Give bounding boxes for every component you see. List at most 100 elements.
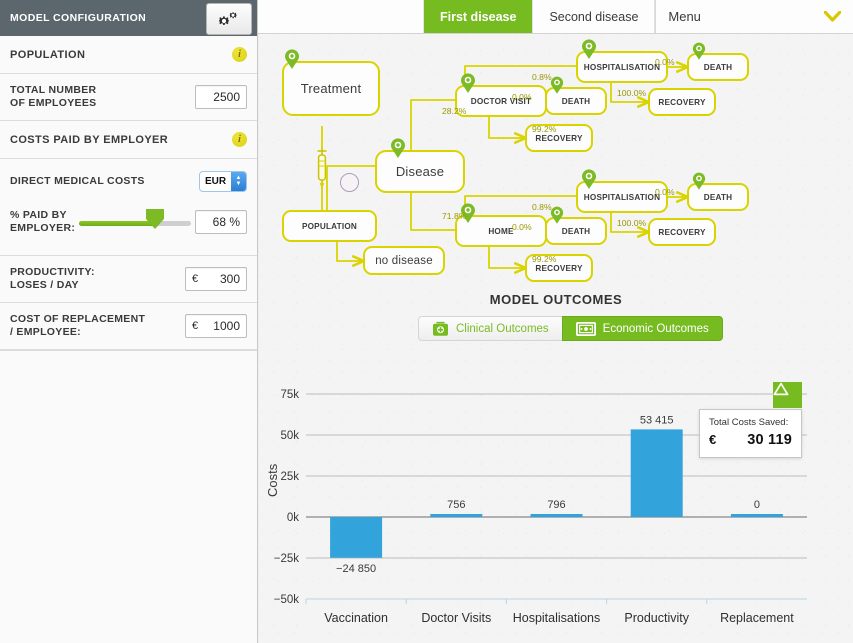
- chart-x-category-label: Productivity: [624, 611, 689, 625]
- field-percent-paid: % PAID BY EMPLOYER: 68 %: [10, 195, 247, 249]
- chart-y-tick-label: −50k: [274, 594, 300, 606]
- field-total-employees: TOTAL NUMBER OF EMPLOYEES 2500: [0, 74, 257, 121]
- percent-paid-slider[interactable]: [79, 209, 192, 232]
- node-population[interactable]: POPULATION: [282, 210, 377, 242]
- node-no-disease[interactable]: no disease: [363, 246, 445, 275]
- field-productivity-loss: PRODUCTIVITY: LOSES / DAY € 300: [0, 256, 257, 303]
- application-window: MODEL CONFIGURATION POPULATION i TOTAL N…: [0, 0, 853, 643]
- chart-x-category-label: Hospitalisations: [513, 611, 601, 625]
- tab-clinical-outcomes[interactable]: Clinical Outcomes: [418, 316, 562, 341]
- replacement-label: COST OF REPLACEMENT / EMPLOYEE:: [10, 313, 145, 339]
- gear-pin-doctor-visit[interactable]: [460, 72, 476, 94]
- replacement-label-line1: COST OF REPLACEMENT: [10, 313, 146, 325]
- edge-label-doctor-death: 0.0%: [512, 92, 532, 102]
- edge-label-home-hosp: 0.8%: [532, 202, 552, 212]
- percent-paid-input[interactable]: 68 %: [195, 210, 247, 234]
- tooltip-currency-symbol: €: [709, 432, 717, 447]
- slider-handle[interactable]: [145, 208, 165, 230]
- total-employees-input[interactable]: 2500: [195, 85, 247, 109]
- medical-bag-icon: [433, 321, 448, 336]
- banknote-icon: [575, 321, 596, 336]
- gear-pin-death-hosp-top[interactable]: [692, 41, 708, 63]
- tab-first-disease[interactable]: First disease: [424, 0, 534, 33]
- chart-y-tick-label: −25k: [274, 553, 300, 565]
- chart-y-tick-label: 0k: [287, 512, 299, 524]
- section-population-header: POPULATION i: [0, 36, 257, 74]
- productivity-label-line1: PRODUCTIVITY:: [10, 266, 95, 278]
- double-gear-icon: [219, 12, 237, 25]
- outcomes-tab-group: Clinical Outcomes Economic Outcomes: [418, 316, 723, 341]
- costs-bar-chart: Costs 75k 50k 25k 0k −25k −50k −24 850 Vaccinati…: [259, 352, 853, 643]
- node-no-disease-label: no disease: [375, 254, 433, 267]
- sidebar-model-configuration: MODEL CONFIGURATION POPULATION i TOTAL N…: [0, 0, 258, 643]
- productivity-input[interactable]: € 300: [185, 267, 247, 291]
- section-direct-medical-costs: DIRECT MEDICAL COSTS EUR ▲ ▼ % PAID BY EM…: [0, 159, 257, 256]
- edge-label-disease-home: 71.8%: [442, 211, 467, 221]
- node-death-doctor-label: DEATH: [561, 96, 591, 106]
- node-recovery-hosp-bottom[interactable]: RECOVERY: [648, 218, 716, 246]
- chart-y-tick-label: 75k: [280, 389, 299, 401]
- replacement-currency-symbol: €: [192, 320, 199, 332]
- edge-label-doctor-recovery: 99.2%: [532, 124, 557, 134]
- node-recovery-hosp-top[interactable]: RECOVERY: [648, 88, 716, 116]
- total-employees-label-line2: OF EMPLOYEES: [10, 97, 97, 109]
- chart-bar-value-label: 796: [547, 499, 565, 511]
- node-recovery-doctor-label: RECOVERY: [535, 133, 583, 143]
- triangle-up-icon: [773, 382, 789, 396]
- menu-dropdown[interactable]: Menu: [655, 0, 853, 33]
- percent-paid-label: % PAID BY EMPLOYER:: [10, 209, 75, 235]
- node-hospitalisation-bottom-label: HOSPITALISATION: [583, 192, 661, 202]
- productivity-label-line2: LOSES / DAY: [10, 279, 79, 291]
- node-treatment-label: Treatment: [300, 81, 362, 96]
- node-disease-label: Disease: [395, 164, 445, 179]
- total-costs-saved-tooltip: Total Costs Saved: € 30 119: [699, 409, 802, 458]
- tab-second-disease[interactable]: Second disease: [533, 0, 656, 33]
- chart-y-tick-label: 25k: [280, 471, 299, 483]
- disease-flow-diagram: Treatment POPULATION no disease Disease …: [259, 34, 853, 282]
- node-recovery-hosp-top-label: RECOVERY: [658, 97, 706, 107]
- menu-label: Menu: [668, 9, 701, 24]
- replacement-label-line2: / EMPLOYEE:: [10, 326, 81, 338]
- replacement-value: 1000: [213, 319, 240, 333]
- chart-bar-value-label: 756: [447, 499, 465, 511]
- edge-label-hosp-top-recovery: 100.0%: [617, 88, 647, 98]
- replacement-input[interactable]: € 1000: [185, 314, 247, 338]
- gear-pin-death-hosp-bottom[interactable]: [692, 171, 708, 193]
- top-tab-bar: First disease Second disease Menu: [258, 0, 853, 34]
- gear-pin-disease[interactable]: [390, 137, 406, 159]
- gear-pin-hospitalisation-top[interactable]: [581, 38, 597, 60]
- chart-bar: [330, 517, 383, 558]
- population-info-icon[interactable]: i: [232, 47, 247, 62]
- edge-label-hosp-bottom-recovery: 100.0%: [617, 218, 647, 228]
- gear-pin-death-doctor[interactable]: [550, 75, 566, 97]
- chevron-down-icon: [824, 11, 841, 22]
- edge-label-hosp-bottom-death: 0.0%: [655, 187, 675, 197]
- chart-bar-value-label: 0: [754, 499, 760, 511]
- population-label: POPULATION: [10, 48, 86, 61]
- costs-info-icon[interactable]: i: [232, 132, 247, 147]
- currency-select[interactable]: EUR ▲ ▼: [199, 170, 247, 192]
- node-population-label: POPULATION: [301, 221, 358, 231]
- gear-pin-treatment[interactable]: [284, 48, 300, 70]
- chart-x-category-label: Replacement: [720, 611, 794, 625]
- node-recovery-home-label: RECOVERY: [535, 263, 583, 273]
- edge-label-hosp-top-death: 0.0%: [655, 57, 675, 67]
- tab-economic-outcomes[interactable]: Economic Outcomes: [561, 316, 723, 341]
- chart-x-category-label: Vaccination: [324, 611, 388, 625]
- syringe-icon: [317, 148, 327, 189]
- sidebar-header: MODEL CONFIGURATION: [0, 0, 257, 36]
- model-outcomes-title: MODEL OUTCOMES: [489, 292, 623, 307]
- gear-pin-hospitalisation-bottom[interactable]: [581, 168, 597, 190]
- chart-bar: [730, 514, 783, 517]
- gear-pin-death-home[interactable]: [550, 205, 566, 227]
- sidebar-title: MODEL CONFIGURATION: [10, 12, 147, 24]
- virus-circle-icon[interactable]: [340, 173, 359, 192]
- chart-expand-button[interactable]: [773, 382, 802, 408]
- stepper-icon: ▲ ▼: [231, 171, 246, 191]
- settings-gear-button[interactable]: [206, 3, 252, 35]
- chart-bar-value-label: 53 415: [640, 414, 674, 426]
- field-cost-of-replacement: COST OF REPLACEMENT / EMPLOYEE: € 1000: [0, 303, 257, 350]
- chart-bar: [630, 429, 683, 517]
- node-disease[interactable]: Disease: [375, 150, 465, 193]
- chart-bar-value-label: −24 850: [336, 563, 376, 575]
